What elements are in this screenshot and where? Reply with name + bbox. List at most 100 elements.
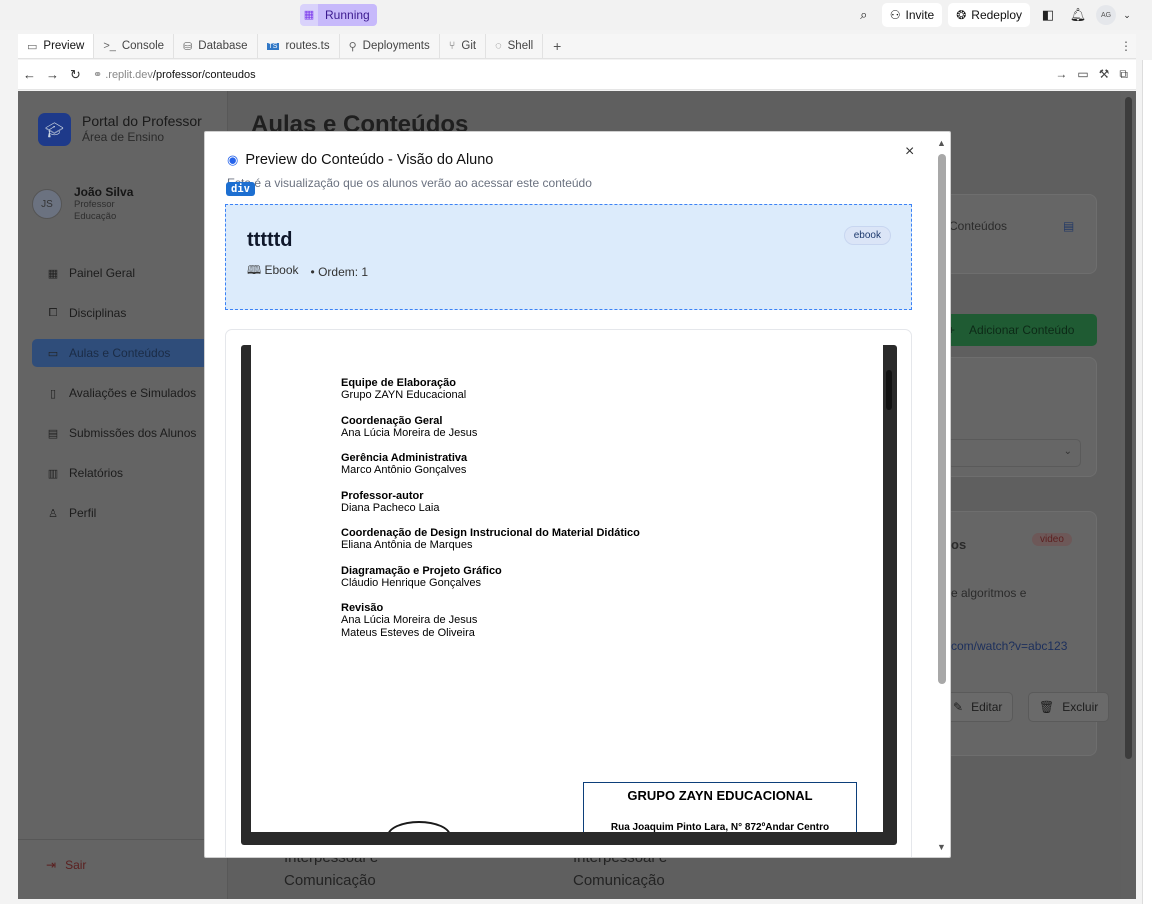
credit-entry: Equipe de Elaboração Grupo ZAYN Educacion… [341,377,640,402]
sidebar-header: 🎓︎ Portal do Professor Área de Ensino [38,113,202,146]
course-title-line: Comunicação [573,872,665,889]
top-bar: ▦ Running ⌕ ⚇ Invite ❂ Redeploy ◧ 🔔︎ AG ⌄ [0,0,1152,30]
credit-role: Diagramação e Projeto Gráfico [341,564,502,577]
sidebar-item-avaliacoes[interactable]: ▯ Avaliações e Simulados [32,379,220,407]
git-icon: ⑂ [448,40,456,52]
ts-file-icon: TS [266,42,280,50]
content-item-link[interactable]: com/watch?v=abc123 [951,639,1067,653]
add-tab-button[interactable]: + [543,34,571,58]
arrow-right-icon[interactable]: → [1055,67,1067,82]
tab-shell[interactable]: ◌ Shell [486,34,544,58]
search-icon[interactable]: ⌕ [852,3,876,27]
pdf-viewer[interactable]: Equipe de Elaboração Grupo ZAYN Educacion… [241,345,897,845]
more-options-icon[interactable]: ⋮ [1116,34,1136,58]
tab-console[interactable]: >_ Console [94,34,175,58]
tab-database[interactable]: ⛁ Database [174,34,258,58]
sidebar-item-relatorios[interactable]: ▥ Relatórios [32,459,220,487]
deploy-icon: ❂ [956,8,967,22]
viewer-scrollbar[interactable] [886,370,892,410]
modal-scrollbar[interactable]: ▲ ▼ [933,132,950,857]
credit-name: Diana Pacheco Laia [341,501,440,514]
chevron-down-icon: ⌄ [1063,446,1072,457]
modal-subtitle: Esta é a visualização que os alunos verã… [227,176,592,190]
sidebar-item-perfil[interactable]: ♙ Perfil [32,499,220,527]
filter-select[interactable]: ⌄ [947,439,1081,467]
right-panel-edge [1142,60,1152,904]
reload-icon[interactable]: ↻ [64,67,87,83]
wrench-icon[interactable]: ⚒ [1099,67,1110,82]
close-icon[interactable]: × [905,143,914,161]
pdf-page: Equipe de Elaboração Grupo ZAYN Educacion… [251,345,883,832]
user-icon: ♙ [48,507,58,520]
delete-label: Excluir [1062,700,1099,714]
back-icon[interactable]: ← [18,67,41,82]
scroll-down-icon[interactable]: ▼ [937,842,946,852]
devtools-icon[interactable]: ▭ [1077,67,1088,82]
content-type: 🕮︎ Ebook [247,261,299,282]
user-role: Professor [74,199,115,210]
run-status-pill[interactable]: ▦ Running [300,3,377,26]
bar-chart-icon: ▥ [47,467,59,480]
scrollbar-thumb[interactable] [938,154,946,684]
deployments-icon: ⚲ [348,40,357,53]
content-order: • Ordem: 1 [310,264,369,279]
page-scrollbar[interactable] [1121,91,1136,899]
user-area: Educação [74,211,117,222]
add-content-button[interactable]: + Adicionar Conteúdo [936,314,1097,346]
trash-icon: 🗑︎ [1039,700,1055,714]
tab-deployments[interactable]: ⚲ Deployments [340,34,440,58]
invite-button[interactable]: ⚇ Invite [881,3,943,27]
publisher-name: GRUPO ZAYN EDUCACIONAL [627,788,813,803]
content-header: tttttd 🕮︎ Ebook • Ordem: 1 ebook [225,204,912,310]
credit-entry: Revisão Ana Lúcia Moreira de Jesus Mateus … [341,602,640,639]
delete-button[interactable]: 🗑︎ Excluir [1028,692,1110,722]
publisher-address: Rua Joaquim Pinto Lara, N° 872ºAndar Cen… [610,822,830,832]
course-title-line: Comunicação [284,872,376,889]
url-domain: .replit.dev [105,68,153,81]
redeploy-button[interactable]: ❂ Redeploy [948,3,1030,27]
tab-routes[interactable]: TS routes.ts [258,34,340,58]
url-actions: → ▭ ⚒ ⧉ [1055,67,1128,82]
sidebar-item-submissoes[interactable]: ▤ Submissões dos Alunos [32,419,220,447]
chevron-down-icon[interactable]: ⌄ [1122,3,1132,27]
avatar[interactable]: AG [1096,5,1116,25]
sidebar-item-label: Aulas e Conteúdos [69,346,171,360]
tab-git[interactable]: ⑂ Git [440,34,487,58]
scroll-up-icon[interactable]: ▲ [937,138,946,148]
link-icon: ⚭ [93,69,103,81]
sidebar-item-disciplinas[interactable]: ⧠ Disciplinas [32,299,220,327]
credit-entry: Diagramação e Projeto Gráfico Cláudio Hen… [341,565,640,590]
tab-label: Git [461,40,477,52]
panels-icon[interactable]: ◧ [1036,3,1060,27]
sidebar-item-aulas[interactable]: ▭ Aulas e Conteúdos [32,339,220,367]
sidebar-item-painel[interactable]: ▦ Painel Geral [32,259,220,287]
forward-icon[interactable]: → [41,67,64,82]
logout-button[interactable]: ⇥ Sair [18,839,228,872]
shell-icon: ◌ [495,40,502,52]
open-external-icon[interactable]: ⧉ [1119,67,1128,82]
video-icon: ▭ [47,347,59,360]
add-content-label: Adicionar Conteúdo [969,323,1075,337]
publisher-logo [387,821,451,832]
sidebar-subtitle: Área de Ensino [82,130,165,144]
sidebar: 🎓︎ Portal do Professor Área de Ensino JS… [18,91,228,899]
user-name: João Silva [74,185,134,199]
url-bar: ← → ↻ ⚭ .replit.dev/professor/conteudos … [18,60,1136,90]
scrollbar-thumb[interactable] [1125,97,1132,759]
status-badge: video [1032,533,1072,546]
type-badge: ebook [843,226,891,245]
credit-name: Grupo ZAYN Educacional [341,389,467,401]
credit-entry: Gerência Administrativa Marco Antônio Gon… [341,452,640,477]
credit-name: Eliana Antônia de Marques [341,539,473,551]
credit-name: Cláudio Henrique Gonçalves [341,576,482,589]
bell-icon[interactable]: 🔔︎ [1066,3,1090,27]
sidebar-item-label: Perfil [69,506,97,520]
filter-card: ⌄ [936,357,1097,477]
url-input[interactable]: ⚭ .replit.dev/professor/conteudos [93,65,1055,85]
book-open-icon: ⧠ [48,306,58,319]
edit-button[interactable]: ✎ Editar [942,692,1014,722]
credit-role: Coordenação Geral [341,414,443,427]
stat-card-label: Conteúdos [949,219,1008,233]
content-item-title: os [951,537,967,552]
tab-preview[interactable]: ▭ Preview [18,34,95,58]
